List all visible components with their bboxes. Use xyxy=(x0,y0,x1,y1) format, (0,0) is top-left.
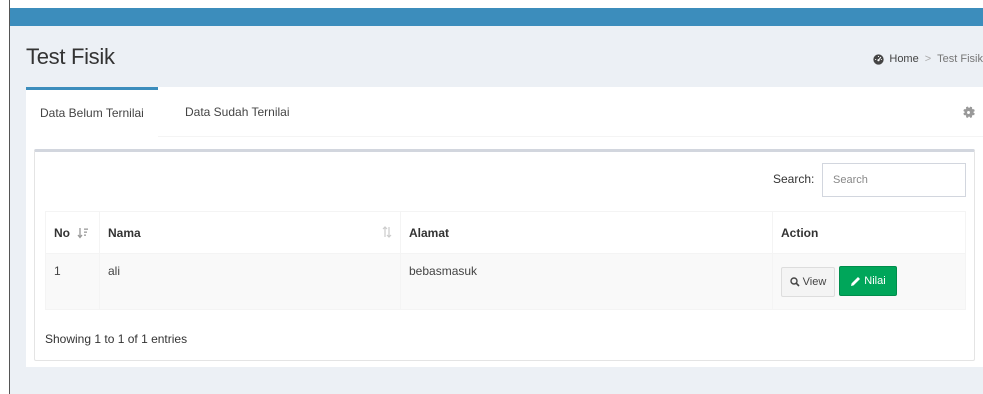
dashboard-icon xyxy=(873,53,885,65)
column-header-action-label: Action xyxy=(781,225,819,240)
tab-bar: Data Belum Ternilai Data Sudah Ternilai xyxy=(26,87,983,137)
table-info: Showing 1 to 1 of 1 entries xyxy=(45,332,188,346)
gear-icon[interactable] xyxy=(962,106,975,119)
nilai-button-label: Nilai xyxy=(864,275,886,287)
top-navbar xyxy=(10,8,983,26)
nilai-button[interactable]: Nilai xyxy=(839,266,897,296)
search-input[interactable] xyxy=(822,163,966,197)
column-header-nama[interactable]: Nama xyxy=(99,211,401,254)
data-table-box: Search: No xyxy=(34,149,975,361)
view-button[interactable]: View xyxy=(781,266,835,297)
sort-icon xyxy=(382,226,392,238)
breadcrumb-separator: > xyxy=(924,53,932,65)
breadcrumb: Home > Test Fisik xyxy=(873,53,983,65)
content-wrapper: Test Fisik Home > Test Fisik Data Belum … xyxy=(10,26,983,394)
column-header-nama-label: Nama xyxy=(108,225,141,240)
sort-asc-icon xyxy=(77,228,89,239)
tab-data-sudah-ternilai[interactable]: Data Sudah Ternilai xyxy=(171,87,304,137)
table-row: 1 ali bebasmasuk View Nilai xyxy=(45,253,966,310)
pencil-icon xyxy=(851,276,861,286)
cell-action: View Nilai xyxy=(772,253,966,310)
view-button-label: View xyxy=(802,275,827,288)
column-header-no-label: No xyxy=(54,225,70,240)
search-icon xyxy=(789,276,800,287)
data-table: No Nama Alamat Action 1 ali bebasmasuk V… xyxy=(45,211,966,310)
page-title: Test Fisik xyxy=(26,44,115,69)
tab-data-belum-ternilai[interactable]: Data Belum Ternilai xyxy=(26,87,158,137)
nav-tabs-box: Data Belum Ternilai Data Sudah Ternilai … xyxy=(26,87,983,367)
search-label: Search: xyxy=(773,172,815,186)
column-header-alamat-label: Alamat xyxy=(409,225,450,240)
cell-alamat: bebasmasuk xyxy=(400,253,773,310)
breadcrumb-home-link[interactable]: Home xyxy=(889,53,918,65)
column-header-action: Action xyxy=(772,211,966,254)
column-header-alamat[interactable]: Alamat xyxy=(400,211,773,254)
column-header-no[interactable]: No xyxy=(45,211,100,254)
cell-no: 1 xyxy=(45,253,100,310)
breadcrumb-current: Test Fisik xyxy=(937,53,983,65)
cell-nama: ali xyxy=(99,253,401,310)
table-header-row: No Nama Alamat Action xyxy=(45,211,966,254)
